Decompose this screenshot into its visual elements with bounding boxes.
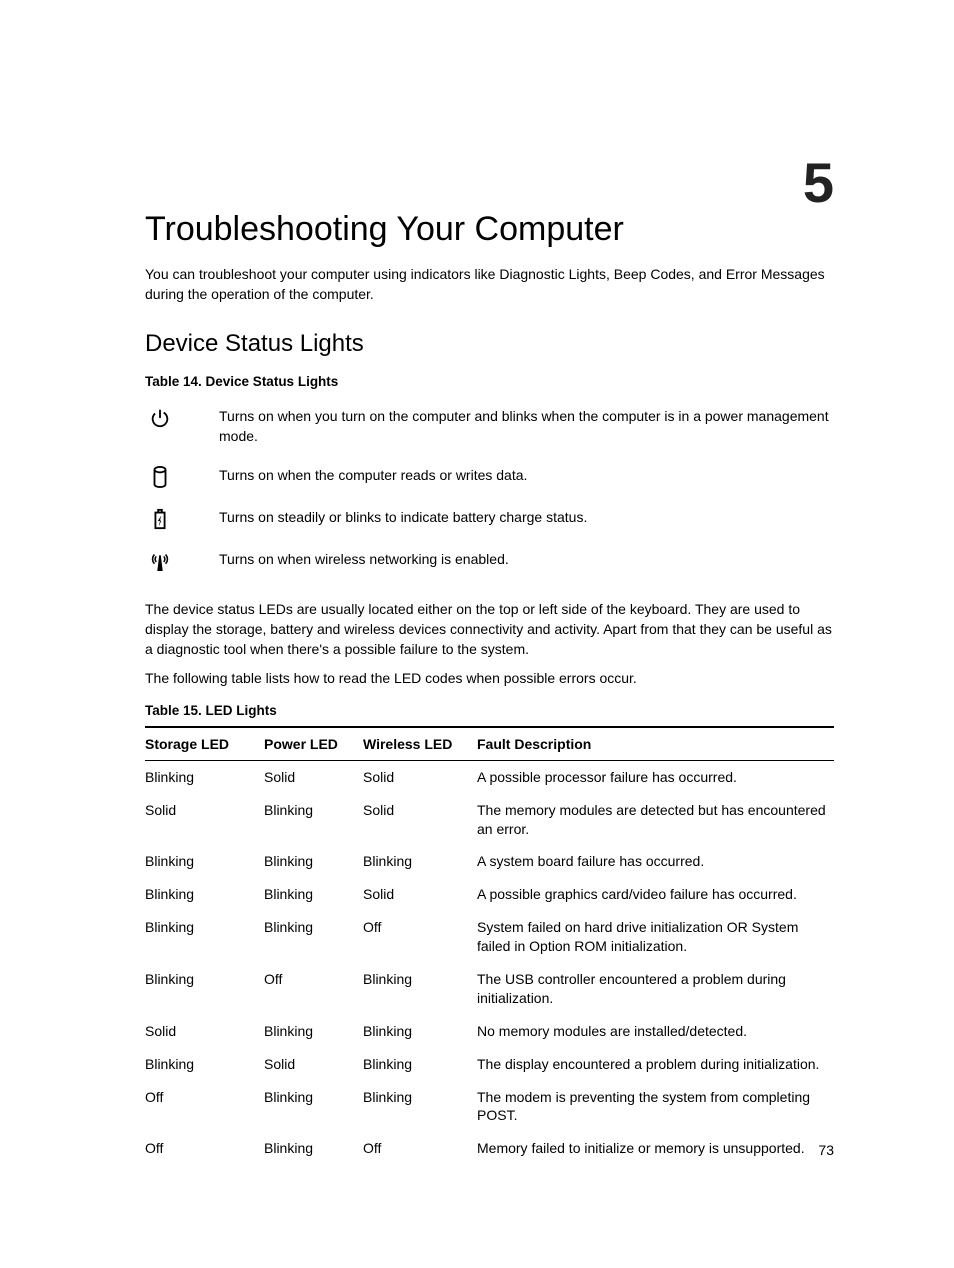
power-icon (149, 407, 171, 429)
status-desc: Turns on steadily or blinks to indicate … (219, 498, 834, 540)
table-cell: Solid (363, 878, 477, 911)
status-row: Turns on steadily or blinks to indicate … (145, 498, 834, 540)
table-cell: Blinking (145, 878, 264, 911)
table-cell: Solid (363, 794, 477, 846)
status-desc: Turns on when wireless networking is ena… (219, 540, 834, 582)
wireless-icon (149, 550, 171, 572)
intro-paragraph: You can troubleshoot your computer using… (145, 265, 834, 304)
table14-caption: Table 14. Device Status Lights (145, 374, 834, 389)
table-cell: Blinking (363, 1081, 477, 1133)
col-header: Power LED (264, 727, 363, 761)
status-desc: Turns on when the computer reads or writ… (219, 456, 834, 498)
table-cell: Blinking (363, 1015, 477, 1048)
table-cell: Blinking (264, 845, 363, 878)
table-cell: Blinking (145, 845, 264, 878)
led-table: Storage LED Power LED Wireless LED Fault… (145, 726, 834, 1165)
table15-caption: Table 15. LED Lights (145, 703, 834, 718)
table-cell: Blinking (145, 911, 264, 963)
table-cell: Memory failed to initialize or memory is… (477, 1132, 834, 1165)
table-cell: Blinking (264, 911, 363, 963)
table-cell: Solid (264, 760, 363, 793)
status-row: Turns on when wireless networking is ena… (145, 540, 834, 582)
table-cell: Blinking (145, 963, 264, 1015)
table-cell: Off (145, 1081, 264, 1133)
table-cell: Off (363, 1132, 477, 1165)
status-row: Turns on when the computer reads or writ… (145, 456, 834, 498)
page-title: Troubleshooting Your Computer (145, 210, 834, 249)
table-row: BlinkingSolidSolidA possible processor f… (145, 760, 834, 793)
table-row: SolidBlinkingSolidThe memory modules are… (145, 794, 834, 846)
table-cell: Solid (363, 760, 477, 793)
table-cell: Off (363, 911, 477, 963)
table-cell: Off (264, 963, 363, 1015)
body-paragraph: The device status LEDs are usually locat… (145, 600, 834, 659)
table-cell: Off (145, 1132, 264, 1165)
table-row: BlinkingBlinkingBlinkingA system board f… (145, 845, 834, 878)
table-cell: Blinking (363, 963, 477, 1015)
table-row: BlinkingBlinkingOffSystem failed on hard… (145, 911, 834, 963)
table-cell: The memory modules are detected but has … (477, 794, 834, 846)
table-cell: Blinking (363, 1048, 477, 1081)
table-header-row: Storage LED Power LED Wireless LED Fault… (145, 727, 834, 761)
col-header: Storage LED (145, 727, 264, 761)
table-cell: Solid (145, 794, 264, 846)
table-row: SolidBlinkingBlinkingNo memory modules a… (145, 1015, 834, 1048)
table-row: OffBlinkingBlinkingThe modem is preventi… (145, 1081, 834, 1133)
table-cell: Blinking (264, 878, 363, 911)
table-cell: Solid (145, 1015, 264, 1048)
table-cell: No memory modules are installed/detected… (477, 1015, 834, 1048)
col-header: Wireless LED (363, 727, 477, 761)
table-row: BlinkingOffBlinkingThe USB controller en… (145, 963, 834, 1015)
section-heading: Device Status Lights (145, 330, 834, 358)
status-desc: Turns on when you turn on the computer a… (219, 397, 834, 456)
table-cell: Blinking (363, 845, 477, 878)
storage-icon (149, 466, 171, 488)
table-cell: Blinking (264, 794, 363, 846)
table-row: BlinkingSolidBlinkingThe display encount… (145, 1048, 834, 1081)
table-cell: Blinking (264, 1015, 363, 1048)
table-cell: The USB controller encountered a problem… (477, 963, 834, 1015)
table-cell: Blinking (145, 760, 264, 793)
table-cell: The modem is preventing the system from … (477, 1081, 834, 1133)
table-cell: Solid (264, 1048, 363, 1081)
battery-icon (149, 508, 171, 530)
status-row: Turns on when you turn on the computer a… (145, 397, 834, 456)
body-paragraph: The following table lists how to read th… (145, 669, 834, 689)
table-cell: Blinking (145, 1048, 264, 1081)
table-cell: Blinking (264, 1132, 363, 1165)
table-cell: A system board failure has occurred. (477, 845, 834, 878)
col-header: Fault Description (477, 727, 834, 761)
table-cell: A possible processor failure has occurre… (477, 760, 834, 793)
table-row: BlinkingBlinkingSolidA possible graphics… (145, 878, 834, 911)
table-row: OffBlinkingOffMemory failed to initializ… (145, 1132, 834, 1165)
chapter-number: 5 (803, 150, 834, 215)
device-status-table: Turns on when you turn on the computer a… (145, 397, 834, 582)
table-cell: Blinking (264, 1081, 363, 1133)
table-cell: The display encountered a problem during… (477, 1048, 834, 1081)
table-cell: A possible graphics card/video failure h… (477, 878, 834, 911)
page-number: 73 (818, 1142, 834, 1158)
table-cell: System failed on hard drive initializati… (477, 911, 834, 963)
